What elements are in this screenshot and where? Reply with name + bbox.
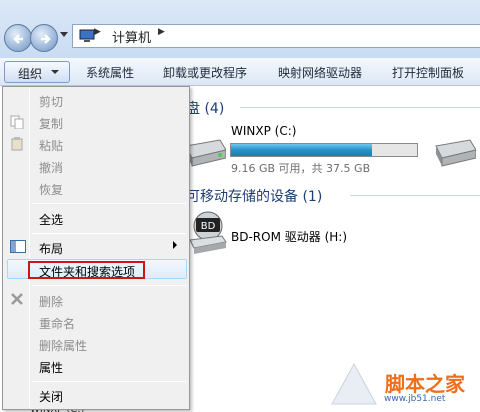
bd-badge: BD [201, 221, 216, 232]
bd-rom-drive-icon: BD [189, 211, 227, 254]
drive-c-usage-bar [230, 143, 418, 157]
organize-dropdown-menu: 剪切 复制 粘贴 撤消 恢复 全选 布局 文件夹和搜索选项 删除 重命名 删除属… [2, 86, 190, 410]
menu-item-undo[interactable]: 撤消 [39, 159, 63, 176]
layout-icon [10, 240, 26, 253]
submenu-arrow-icon [173, 241, 177, 249]
menu-item-rename[interactable]: 重命名 [39, 315, 75, 332]
chevron-down-icon [51, 70, 59, 74]
history-dropdown-icon[interactable] [60, 32, 68, 38]
menu-separator [32, 381, 186, 382]
address-bar-region: ▶ 计算机 ▶ [0, 0, 480, 58]
forward-button[interactable] [30, 24, 58, 52]
menu-gutter [29, 89, 30, 407]
system-properties-button[interactable]: 系统属性 [86, 64, 134, 81]
menu-separator [32, 285, 186, 286]
menu-item-cut[interactable]: 剪切 [39, 93, 63, 110]
watermark-url: www.jb51.net [384, 394, 446, 404]
bd-drive-name[interactable]: BD-ROM 驱动器 (H:) [231, 228, 347, 245]
menu-item-remove-properties[interactable]: 删除属性 [39, 337, 87, 354]
organize-label: 组织 [18, 67, 43, 81]
menu-item-close[interactable]: 关闭 [39, 388, 63, 405]
menu-separator [32, 233, 186, 234]
copy-icon [10, 115, 24, 129]
paste-icon [11, 137, 23, 151]
menu-item-redo[interactable]: 恢复 [39, 181, 63, 198]
annotation-red-box [28, 261, 145, 279]
back-arrow-icon [13, 34, 23, 44]
menu-item-paste[interactable]: 粘贴 [39, 137, 63, 154]
menu-item-delete[interactable]: 删除 [39, 293, 63, 310]
drive-c-usage-fill [231, 144, 372, 156]
map-network-drive-button[interactable]: 映射网络驱动器 [278, 64, 362, 81]
removable-group-title[interactable]: 有可移动存储的设备 (1) [172, 186, 322, 206]
organize-button[interactable]: 组织 [4, 61, 70, 83]
delete-icon [11, 293, 23, 305]
drive-c-space: 9.16 GB 可用，共 37.5 GB [231, 162, 371, 175]
group-divider [350, 195, 480, 196]
group-divider [240, 107, 480, 108]
breadcrumb-computer[interactable]: 计算机 [112, 27, 151, 46]
uninstall-program-button[interactable]: 卸载或更改程序 [163, 64, 247, 81]
menu-item-layout[interactable]: 布局 [39, 240, 63, 257]
breadcrumb-arrow-icon[interactable]: ▶ [158, 27, 165, 37]
forward-arrow-icon [41, 34, 51, 44]
toolbar: 组织 系统属性 卸载或更改程序 映射网络驱动器 打开控制面板 [0, 58, 480, 86]
watermark-logo-icon [331, 362, 377, 405]
back-button[interactable] [4, 24, 32, 52]
breadcrumb-arrow-icon[interactable]: ▶ [94, 27, 101, 37]
hard-drive-icon[interactable] [432, 138, 476, 168]
computer-icon [79, 29, 95, 42]
menu-item-properties[interactable]: 属性 [39, 359, 63, 376]
drive-c-name[interactable]: WINXP (C:) [231, 124, 296, 138]
menu-separator [32, 203, 186, 204]
menu-item-select-all[interactable]: 全选 [39, 211, 63, 228]
open-control-panel-button[interactable]: 打开控制面板 [392, 64, 464, 81]
watermark-text: 脚本之家 [385, 372, 465, 396]
menu-item-copy[interactable]: 复制 [39, 115, 63, 132]
